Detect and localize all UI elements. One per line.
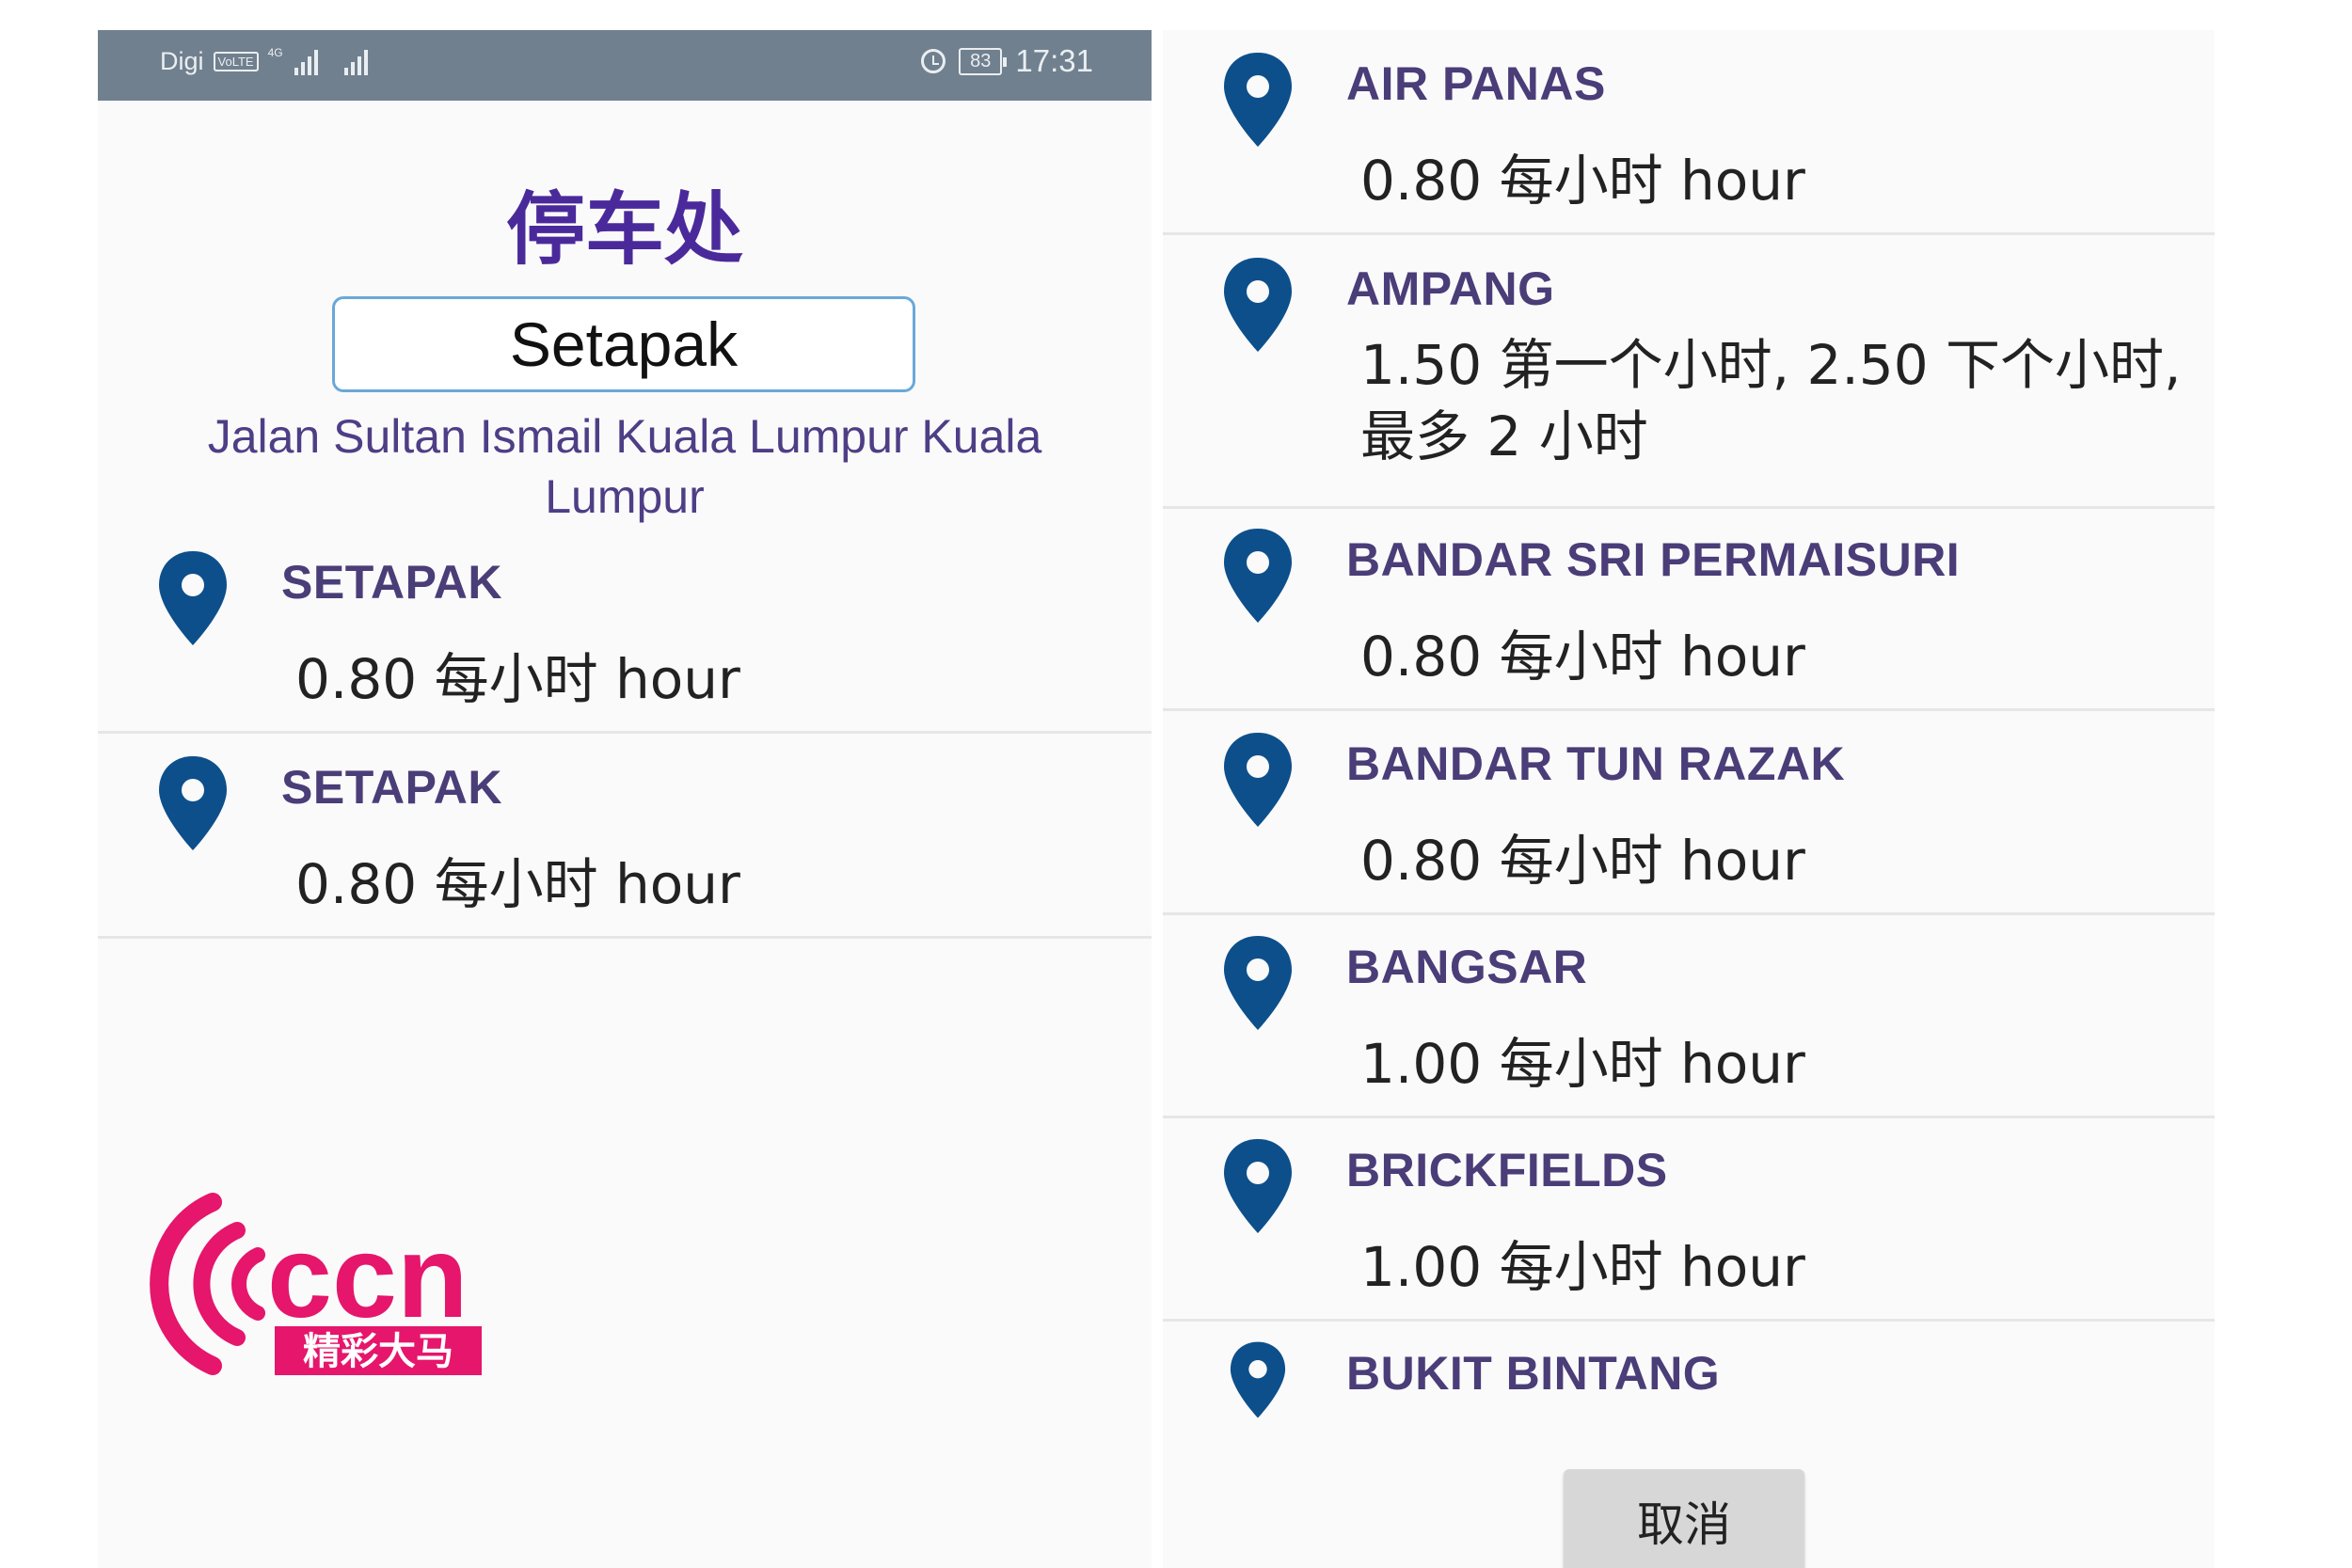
left-screenshot: Digi VoLTE 4G 83 17:31 停车处 Setapak Jalan… (98, 30, 1152, 1568)
clock: 17:31 (1015, 43, 1093, 78)
signal-icon (294, 49, 318, 75)
signal-icon-secondary (343, 49, 368, 75)
location-name: BANDAR TUN RAZAK (1346, 737, 1846, 790)
list-item[interactable]: AMPANG 1.50 第一个小时, 2.50 下个小时, 最多 2 小时 (1163, 235, 2215, 509)
parking-rate: 0.80 每小时 hour (295, 647, 740, 711)
parking-rate: 1.00 每小时 hour (1360, 1032, 1805, 1096)
location-pin-icon (1230, 1341, 1286, 1418)
list-item[interactable]: SETAPAK 0.80 每小时 hour (98, 734, 1152, 939)
location-search-input[interactable]: Setapak (332, 296, 915, 392)
parking-rate: 0.80 每小时 hour (1360, 829, 1805, 893)
location-name: BANDAR SRI PERMAISURI (1346, 533, 1961, 586)
network-type: 4G (267, 46, 283, 59)
logo-tagline: 精彩大马 (303, 1330, 453, 1373)
logo-text: ccn (267, 1212, 469, 1342)
list-item[interactable]: BRICKFIELDS 1.00 每小时 hour (1163, 1117, 2215, 1322)
location-pin-icon (159, 756, 227, 850)
location-name: BANGSAR (1346, 941, 1588, 993)
list-item[interactable]: BANDAR TUN RAZAK 0.80 每小时 hour (1163, 710, 2215, 915)
page-title: 停车处 (505, 183, 743, 276)
ccn-logo: ccn 精彩大马 (150, 1193, 482, 1375)
location-pin-icon (1224, 733, 1292, 827)
parking-rate: 0.80 每小时 hour (295, 852, 740, 916)
address-text: Jalan Sultan Ismail Kuala Lumpur Kuala L… (207, 410, 1042, 523)
battery-icon: 83 (959, 47, 1008, 75)
list-item[interactable]: BANDAR SRI PERMAISURI 0.80 每小时 hour (1163, 506, 2215, 711)
location-name: BUKIT BINTANG (1346, 1347, 1721, 1400)
parking-rate: 0.80 每小时 hour (1360, 625, 1805, 689)
parking-rate: 1.50 第一个小时, 2.50 下个小时, 最多 2 小时 (1360, 333, 2182, 468)
right-screenshot: AIR PANAS 0.80 每小时 hour AMPANG 1.50 第一个小… (1163, 30, 2215, 1568)
location-pin-icon (159, 551, 227, 645)
location-name: SETAPAK (281, 761, 502, 814)
location-name: SETAPAK (281, 556, 502, 609)
location-name: AIR PANAS (1346, 57, 1606, 110)
list-item[interactable]: SETAPAK 0.80 每小时 hour (98, 529, 1152, 734)
parking-rate: 0.80 每小时 hour (1360, 149, 1805, 213)
volte-badge: VoLTE (213, 52, 259, 71)
location-pin-icon (1224, 1139, 1292, 1233)
carrier-label: Digi (160, 47, 204, 75)
list-item[interactable]: BUKIT BINTANG (1163, 1320, 2215, 1461)
location-name: AMPANG (1346, 262, 1555, 315)
location-pin-icon (1224, 258, 1292, 352)
location-name: BRICKFIELDS (1346, 1144, 1668, 1196)
list-item[interactable]: AIR PANAS 0.80 每小时 hour (1163, 30, 2215, 235)
status-right: 83 17:31 (921, 43, 1093, 79)
alarm-icon (921, 49, 946, 73)
location-pin-icon (1224, 936, 1292, 1030)
location-pin-icon (1224, 529, 1292, 623)
parking-rate: 1.00 每小时 hour (1360, 1235, 1805, 1299)
status-bar: Digi VoLTE 4G 83 17:31 (98, 30, 1152, 101)
location-pin-icon (1224, 53, 1292, 147)
cancel-button[interactable]: 取消 (1564, 1469, 1804, 1568)
status-left: Digi VoLTE 4G (160, 47, 368, 76)
list-item[interactable]: BANGSAR 1.00 每小时 hour (1163, 913, 2215, 1118)
